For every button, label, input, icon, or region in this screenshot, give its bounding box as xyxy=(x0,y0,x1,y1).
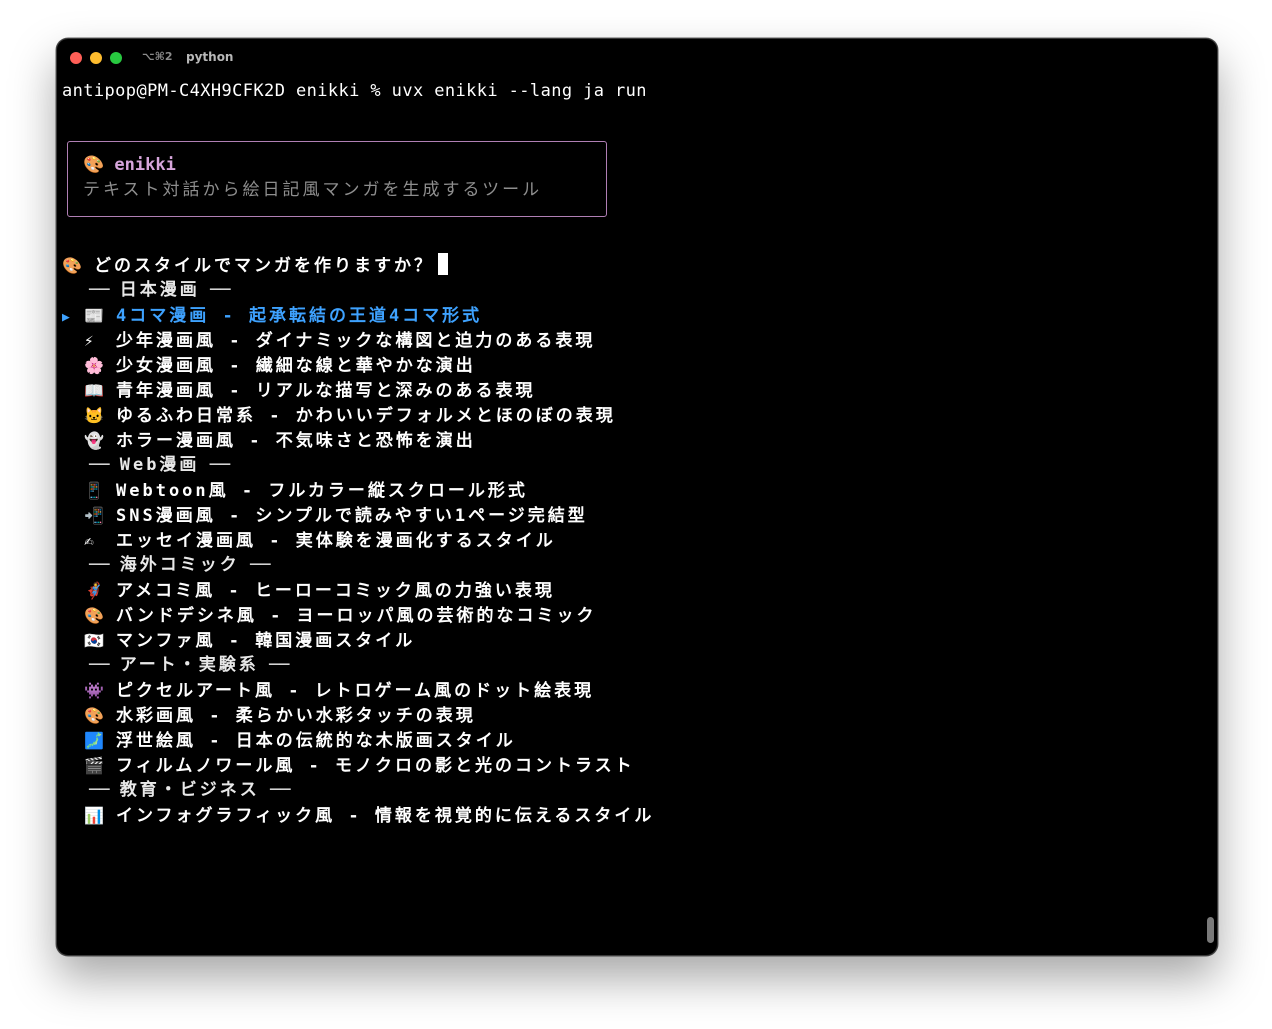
menu-option-label: Webtoon風 - フルカラー縦スクロール形式 xyxy=(116,481,528,501)
divider-line: ── xyxy=(89,280,120,300)
menu-option-label: ホラー漫画風 - 不気味さと恐怖を演出 xyxy=(116,431,476,451)
app-banner: 🎨 enikki テキスト対話から絵日記風マンガを生成するツール xyxy=(67,141,607,217)
menu-option-label: 少年漫画風 - ダイナミックな構図と迫力のある表現 xyxy=(116,331,596,351)
menu-group-label: 教育・ビジネス xyxy=(119,780,260,800)
style-icon: 📱 xyxy=(84,481,104,500)
menu-option[interactable]: 🎨 水彩画風 - 柔らかい水彩タッチの表現 xyxy=(62,703,476,728)
text-cursor xyxy=(438,253,448,275)
menu-option-label: 浮世絵風 - 日本の伝統的な木版画スタイル xyxy=(116,731,516,751)
menu-group-label: 日本漫画 xyxy=(119,280,200,300)
menu-option-label: ゆるふわ日常系 - かわいいデフォルメとほのぼの表現 xyxy=(116,406,616,426)
style-icon: 📲 xyxy=(84,506,104,525)
style-icon: 👾 xyxy=(84,681,104,700)
question-text: どのスタイルでマンガを作りますか？ xyxy=(94,256,434,276)
divider-line: ── xyxy=(89,555,120,575)
palette-icon: 🎨 xyxy=(62,256,82,275)
prompt-line: antipop@PM-C4XH9CFK2D enikki % uvx enikk… xyxy=(62,81,647,101)
style-icon: 🎨 xyxy=(84,706,104,725)
menu-group-header: ── アート・実験系 ── xyxy=(62,653,289,678)
divider-line: ── xyxy=(199,280,231,300)
divider-line: ── xyxy=(239,555,271,575)
style-icon: 🌸 xyxy=(84,356,104,375)
menu-option[interactable]: 👻 ホラー漫画風 - 不気味さと恐怖を演出 xyxy=(62,428,476,453)
style-icon: 📊 xyxy=(84,806,104,825)
terminal-content[interactable]: antipop@PM-C4XH9CFK2D enikki % uvx enikk… xyxy=(62,39,1217,955)
divider-line: ── xyxy=(89,655,120,675)
menu-option[interactable]: 📊 インフォグラフィック風 - 情報を視覚的に伝えるスタイル xyxy=(62,803,654,828)
menu-option[interactable]: 📖 青年漫画風 - リアルな描写と深みのある表現 xyxy=(62,378,536,403)
style-icon: 🎨 xyxy=(84,606,104,625)
banner-title-row: 🎨 enikki xyxy=(83,153,176,178)
style-icon: 🦸 xyxy=(84,581,104,600)
menu-group-header: ── 海外コミック ── xyxy=(62,553,270,578)
divider-line: ── xyxy=(258,655,290,675)
style-icon: 📖 xyxy=(84,381,104,400)
menu-option-label: アメコミ風 - ヒーローコミック風の力強い表現 xyxy=(116,581,555,601)
menu-option-label: 4コマ漫画 - 起承転結の王道4コマ形式 xyxy=(116,306,483,326)
menu-option[interactable]: 🗾 浮世絵風 - 日本の伝統的な木版画スタイル xyxy=(62,728,516,753)
menu-option[interactable]: 🇰🇷 マンファ風 - 韓国漫画スタイル xyxy=(62,628,415,653)
selection-pointer-icon: ▶ xyxy=(62,310,70,325)
divider-line: ── xyxy=(89,455,120,475)
menu-option-label: エッセイ漫画風 - 実体験を漫画化するスタイル xyxy=(116,531,556,551)
menu-option-label: 青年漫画風 - リアルな描写と深みのある表現 xyxy=(116,381,536,401)
menu-option-label: SNS漫画風 - シンプルで読みやすい1ページ完結型 xyxy=(116,506,588,526)
question-line: 🎨 どのスタイルでマンガを作りますか？ xyxy=(62,253,448,278)
menu-option[interactable]: 🌸 少女漫画風 - 繊細な線と華やかな演出 xyxy=(62,353,476,378)
banner-title: enikki xyxy=(114,155,176,175)
terminal-window: ⌥⌘2 python antipop@PM-C4XH9CFK2D enikki … xyxy=(56,38,1218,956)
banner-subtitle: テキスト対話から絵日記風マンガを生成するツール xyxy=(83,180,543,200)
divider-line: ── xyxy=(259,780,291,800)
style-icon: ✍ xyxy=(84,531,94,550)
menu-group-label: アート・実験系 xyxy=(119,655,259,675)
style-icon: 📰 xyxy=(84,306,104,325)
menu-option-label: インフォグラフィック風 - 情報を視覚的に伝えるスタイル xyxy=(116,806,655,826)
menu-option-label: フィルムノワール風 - モノクロの影と光のコントラスト xyxy=(116,756,635,776)
menu-group-label: Web漫画 xyxy=(119,455,200,475)
scrollbar-thumb[interactable] xyxy=(1207,917,1214,943)
palette-icon: 🎨 xyxy=(83,155,105,175)
menu-option-label: 少女漫画風 - 繊細な線と華やかな演出 xyxy=(116,356,476,376)
style-icon: ⚡ xyxy=(84,331,94,350)
menu-group-header: ── Web漫画 ── xyxy=(62,453,230,478)
menu-option[interactable]: 🎬 フィルムノワール風 - モノクロの影と光のコントラスト xyxy=(62,753,635,778)
menu-option-label: マンファ風 - 韓国漫画スタイル xyxy=(116,631,416,651)
menu-group-header: ── 日本漫画 ── xyxy=(62,278,230,303)
menu-option[interactable]: 📲 SNS漫画風 - シンプルで読みやすい1ページ完結型 xyxy=(62,503,588,528)
style-icon: 🐱 xyxy=(84,406,104,425)
menu-option[interactable]: ✍ エッセイ漫画風 - 実体験を漫画化するスタイル xyxy=(62,528,556,553)
menu-option[interactable]: ⚡ 少年漫画風 - ダイナミックな構図と迫力のある表現 xyxy=(62,328,595,353)
menu-option[interactable]: 📱 Webtoon風 - フルカラー縦スクロール形式 xyxy=(62,478,528,503)
menu-option-selected[interactable]: ▶ 📰 4コマ漫画 - 起承転結の王道4コマ形式 xyxy=(62,303,482,328)
style-icon: 🇰🇷 xyxy=(84,631,104,650)
menu-group-label: 海外コミック xyxy=(119,555,240,575)
menu-option[interactable]: 🦸 アメコミ風 - ヒーローコミック風の力強い表現 xyxy=(62,578,555,603)
menu-option-label: 水彩画風 - 柔らかい水彩タッチの表現 xyxy=(116,706,476,726)
menu-option[interactable]: 🐱 ゆるふわ日常系 - かわいいデフォルメとほのぼの表現 xyxy=(62,403,616,428)
style-icon: 🗾 xyxy=(84,731,104,750)
menu-option[interactable]: 👾 ピクセルアート風 - レトロゲーム風のドット絵表現 xyxy=(62,678,594,703)
menu-option-label: バンドデシネ風 - ヨーロッパ風の芸術的なコミック xyxy=(116,606,597,626)
menu-option[interactable]: 🎨 バンドデシネ風 - ヨーロッパ風の芸術的なコミック xyxy=(62,603,597,628)
menu-group-header: ── 教育・ビジネス ── xyxy=(62,778,290,803)
divider-line: ── xyxy=(89,780,120,800)
style-icon: 🎬 xyxy=(84,756,104,775)
menu-option-label: ピクセルアート風 - レトロゲーム風のドット絵表現 xyxy=(116,681,595,701)
style-icon: 👻 xyxy=(84,431,104,450)
divider-line: ── xyxy=(199,455,231,475)
